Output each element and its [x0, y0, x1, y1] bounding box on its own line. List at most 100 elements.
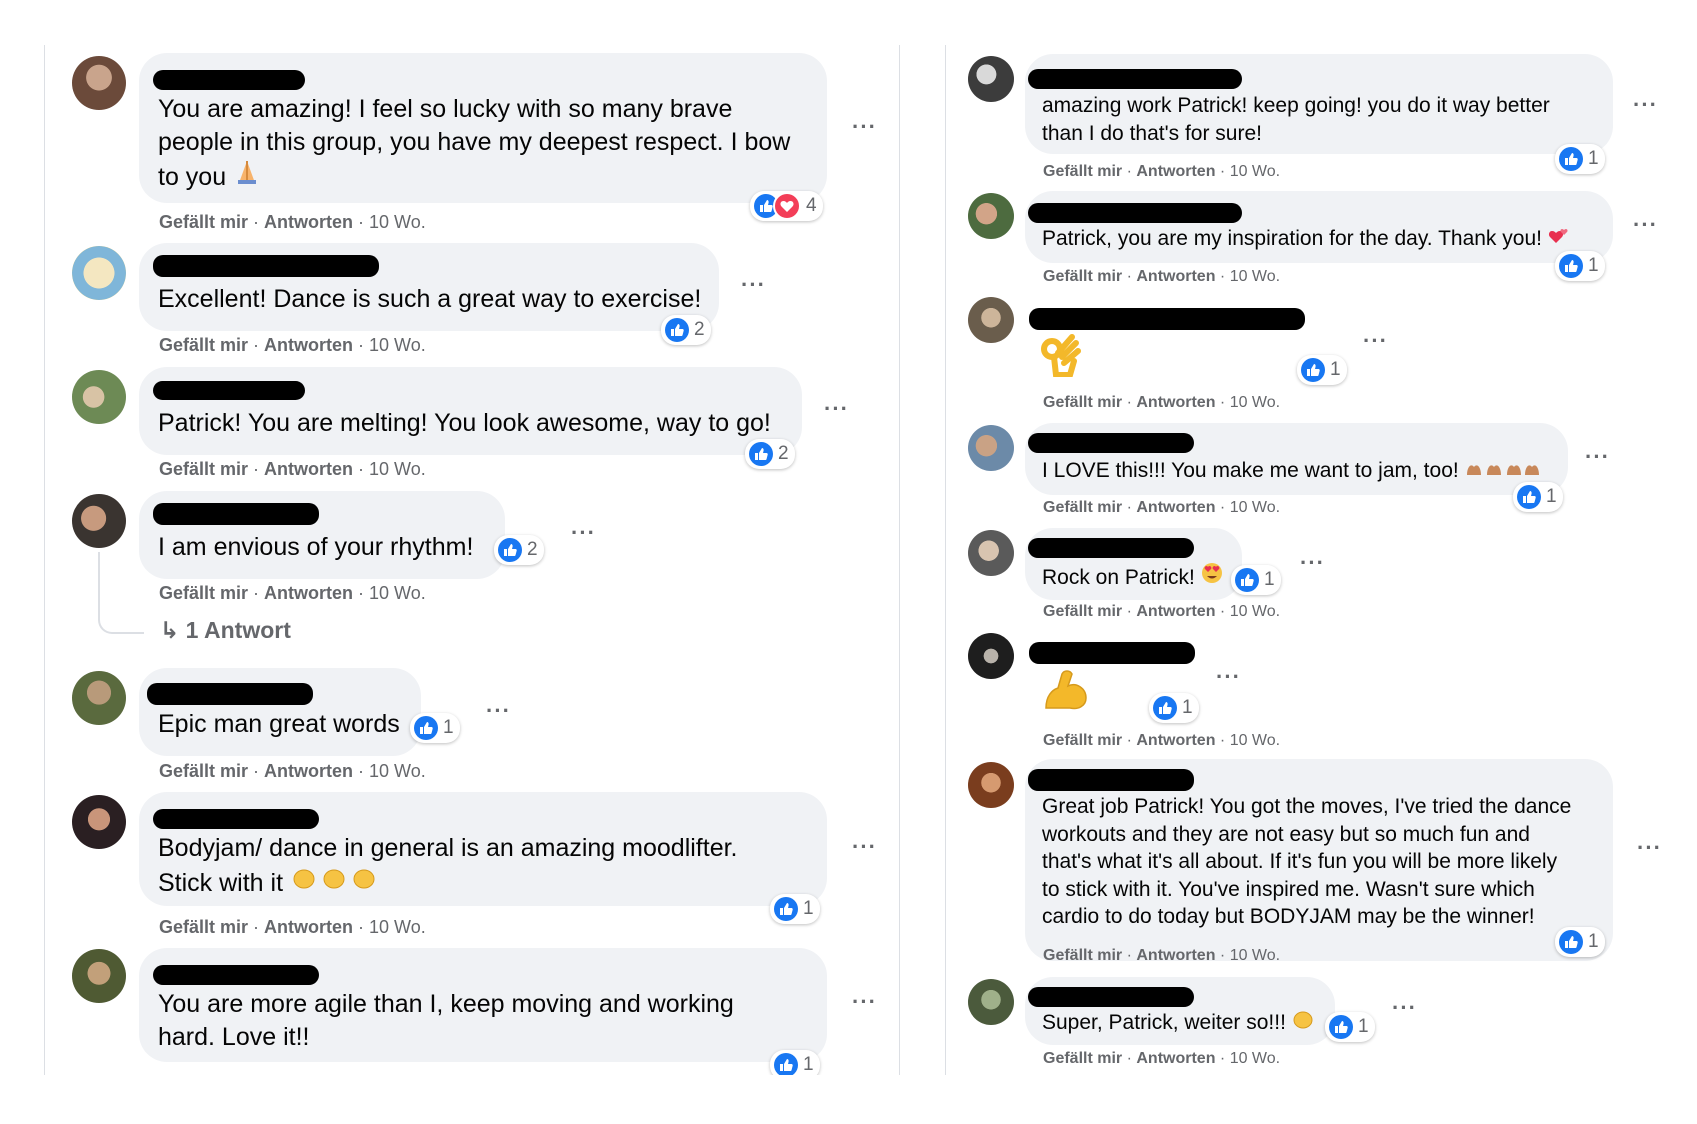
- timestamp[interactable]: 10 Wo.: [1230, 499, 1280, 516]
- avatar[interactable]: [72, 671, 126, 725]
- reply-link[interactable]: Antworten: [264, 212, 353, 232]
- like-link[interactable]: Gefällt mir: [159, 917, 248, 937]
- timestamp[interactable]: 10 Wo.: [1230, 732, 1280, 749]
- redacted-author-name[interactable]: [153, 381, 305, 400]
- like-link[interactable]: Gefällt mir: [1043, 394, 1122, 411]
- more-options-icon[interactable]: ···: [1392, 997, 1417, 1019]
- redacted-author-name[interactable]: [153, 809, 319, 829]
- reply-link[interactable]: Antworten: [264, 583, 353, 603]
- redacted-author-name[interactable]: [1029, 308, 1305, 330]
- more-options-icon[interactable]: ···: [486, 700, 511, 722]
- reaction-summary[interactable]: 1: [1555, 251, 1605, 281]
- like-link[interactable]: Gefällt mir: [1043, 163, 1122, 180]
- timestamp[interactable]: 10 Wo.: [1230, 163, 1280, 180]
- reply-link[interactable]: Antworten: [1136, 163, 1215, 180]
- avatar[interactable]: [968, 762, 1014, 808]
- more-options-icon[interactable]: ···: [1637, 837, 1662, 859]
- like-link[interactable]: Gefällt mir: [1043, 499, 1122, 516]
- more-options-icon[interactable]: ···: [1216, 666, 1241, 688]
- timestamp[interactable]: 10 Wo.: [1230, 947, 1280, 964]
- like-link[interactable]: Gefällt mir: [1043, 947, 1122, 964]
- redacted-author-name[interactable]: [147, 683, 313, 705]
- reaction-summary[interactable]: 1: [410, 713, 460, 743]
- like-link[interactable]: Gefällt mir: [159, 335, 248, 355]
- redacted-author-name[interactable]: [1028, 987, 1194, 1007]
- avatar[interactable]: [72, 246, 126, 300]
- more-options-icon[interactable]: ···: [571, 522, 596, 544]
- redacted-author-name[interactable]: [1028, 203, 1242, 223]
- timestamp[interactable]: 10 Wo.: [369, 212, 426, 232]
- timestamp[interactable]: 10 Wo.: [369, 761, 426, 781]
- avatar[interactable]: [968, 297, 1014, 343]
- more-options-icon[interactable]: ···: [824, 398, 849, 420]
- view-replies-link[interactable]: ↳ 1 Antwort: [160, 617, 291, 644]
- like-link[interactable]: Gefällt mir: [1043, 603, 1122, 620]
- reaction-summary[interactable]: 1: [770, 894, 820, 924]
- avatar[interactable]: [72, 370, 126, 424]
- reaction-summary[interactable]: 1: [1325, 1012, 1375, 1042]
- avatar[interactable]: [72, 494, 126, 548]
- reaction-summary[interactable]: 1: [1555, 927, 1605, 957]
- like-link[interactable]: Gefällt mir: [159, 212, 248, 232]
- reaction-summary[interactable]: 2: [494, 535, 544, 565]
- reply-link[interactable]: Antworten: [1136, 499, 1215, 516]
- avatar[interactable]: [968, 530, 1014, 576]
- like-link[interactable]: Gefällt mir: [1043, 1050, 1122, 1067]
- redacted-author-name[interactable]: [1029, 642, 1195, 664]
- reaction-summary[interactable]: 1: [770, 1050, 820, 1075]
- reply-link[interactable]: Antworten: [1136, 394, 1215, 411]
- timestamp[interactable]: 10 Wo.: [369, 335, 426, 355]
- avatar[interactable]: [968, 425, 1014, 471]
- reaction-summary[interactable]: 1: [1149, 693, 1199, 723]
- like-link[interactable]: Gefällt mir: [1043, 732, 1122, 749]
- redacted-author-name[interactable]: [1028, 538, 1194, 558]
- reply-link[interactable]: Antworten: [1136, 268, 1215, 285]
- more-options-icon[interactable]: ···: [1300, 552, 1325, 574]
- timestamp[interactable]: 10 Wo.: [369, 583, 426, 603]
- more-options-icon[interactable]: ···: [852, 116, 877, 138]
- like-link[interactable]: Gefällt mir: [159, 761, 248, 781]
- reply-link[interactable]: Antworten: [1136, 1050, 1215, 1067]
- timestamp[interactable]: 10 Wo.: [1230, 1050, 1280, 1067]
- timestamp[interactable]: 10 Wo.: [1230, 268, 1280, 285]
- more-options-icon[interactable]: ···: [741, 274, 766, 296]
- more-options-icon[interactable]: ···: [1633, 94, 1658, 116]
- timestamp[interactable]: 10 Wo.: [1230, 603, 1280, 620]
- redacted-author-name[interactable]: [1028, 69, 1242, 89]
- reaction-summary[interactable]: 1: [1555, 144, 1605, 174]
- reply-link[interactable]: Antworten: [1136, 732, 1215, 749]
- reaction-summary[interactable]: 1: [1513, 482, 1563, 512]
- reaction-summary[interactable]: 2: [745, 439, 795, 469]
- avatar[interactable]: [968, 633, 1014, 679]
- redacted-author-name[interactable]: [1028, 433, 1194, 453]
- like-link[interactable]: Gefällt mir: [1043, 268, 1122, 285]
- more-options-icon[interactable]: ···: [1585, 446, 1610, 468]
- reply-link[interactable]: Antworten: [264, 335, 353, 355]
- reaction-summary[interactable]: 4: [750, 191, 823, 221]
- reply-link[interactable]: Antworten: [264, 761, 353, 781]
- more-options-icon[interactable]: ···: [852, 991, 877, 1013]
- redacted-author-name[interactable]: [153, 965, 319, 985]
- timestamp[interactable]: 10 Wo.: [369, 917, 426, 937]
- reply-link[interactable]: Antworten: [264, 917, 353, 937]
- avatar[interactable]: [968, 979, 1014, 1025]
- avatar[interactable]: [968, 56, 1014, 102]
- redacted-author-name[interactable]: [153, 503, 319, 525]
- reply-link[interactable]: Antworten: [264, 459, 353, 479]
- timestamp[interactable]: 10 Wo.: [1230, 394, 1280, 411]
- reaction-summary[interactable]: 2: [661, 315, 711, 345]
- reply-link[interactable]: Antworten: [1136, 603, 1215, 620]
- more-options-icon[interactable]: ···: [1363, 330, 1388, 352]
- redacted-author-name[interactable]: [1028, 769, 1194, 791]
- more-options-icon[interactable]: ···: [1633, 214, 1658, 236]
- timestamp[interactable]: 10 Wo.: [369, 459, 426, 479]
- avatar[interactable]: [72, 56, 126, 110]
- avatar[interactable]: [72, 949, 126, 1003]
- reaction-summary[interactable]: 1: [1297, 355, 1347, 385]
- avatar[interactable]: [72, 795, 126, 849]
- like-link[interactable]: Gefällt mir: [159, 459, 248, 479]
- like-link[interactable]: Gefällt mir: [159, 583, 248, 603]
- reaction-summary[interactable]: 1: [1231, 565, 1281, 595]
- more-options-icon[interactable]: ···: [852, 836, 877, 858]
- reply-link[interactable]: Antworten: [1136, 947, 1215, 964]
